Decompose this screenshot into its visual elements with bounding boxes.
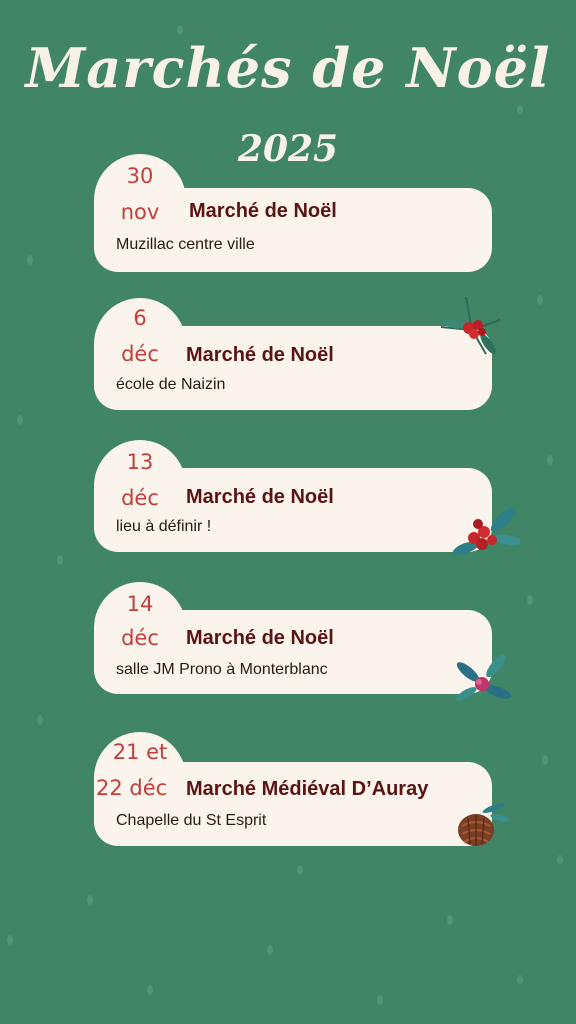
event-place: Muzillac centre ville: [116, 236, 255, 253]
event-name: Marché de Noël: [186, 344, 334, 366]
event-name: Marché Médiéval D’Auray: [186, 778, 429, 800]
pine-cone-icon: [458, 803, 510, 846]
event-date-line2: 22 déc: [96, 776, 168, 800]
page-title: Marchés de Noël: [25, 36, 551, 100]
event-date-line2: nov: [120, 200, 160, 224]
event-date-line1: 30: [126, 164, 154, 188]
holly-berries-icon: [455, 654, 512, 701]
year-label: 2025: [237, 128, 339, 170]
event-date-line2: déc: [121, 342, 159, 366]
event-date-line1: 21 et: [112, 740, 168, 764]
event-place: école de Naizin: [116, 376, 226, 393]
holly-berries-icon: [452, 507, 520, 555]
event-date-line1: 13: [126, 450, 154, 474]
event-date-line2: déc: [121, 626, 159, 650]
event-date-line2: déc: [121, 486, 159, 510]
holly-berries-icon: [440, 296, 501, 355]
event-date-line1: 6: [133, 306, 147, 330]
event-date-line1: 14: [126, 592, 154, 616]
event-name: Marché de Noël: [189, 200, 337, 222]
event-place: Chapelle du St Esprit: [116, 812, 267, 829]
event-place: lieu à définir !: [116, 518, 212, 535]
event-place: salle JM Prono à Monterblanc: [116, 661, 328, 678]
event-name: Marché de Noël: [186, 627, 334, 649]
event-name: Marché de Noël: [186, 486, 334, 508]
